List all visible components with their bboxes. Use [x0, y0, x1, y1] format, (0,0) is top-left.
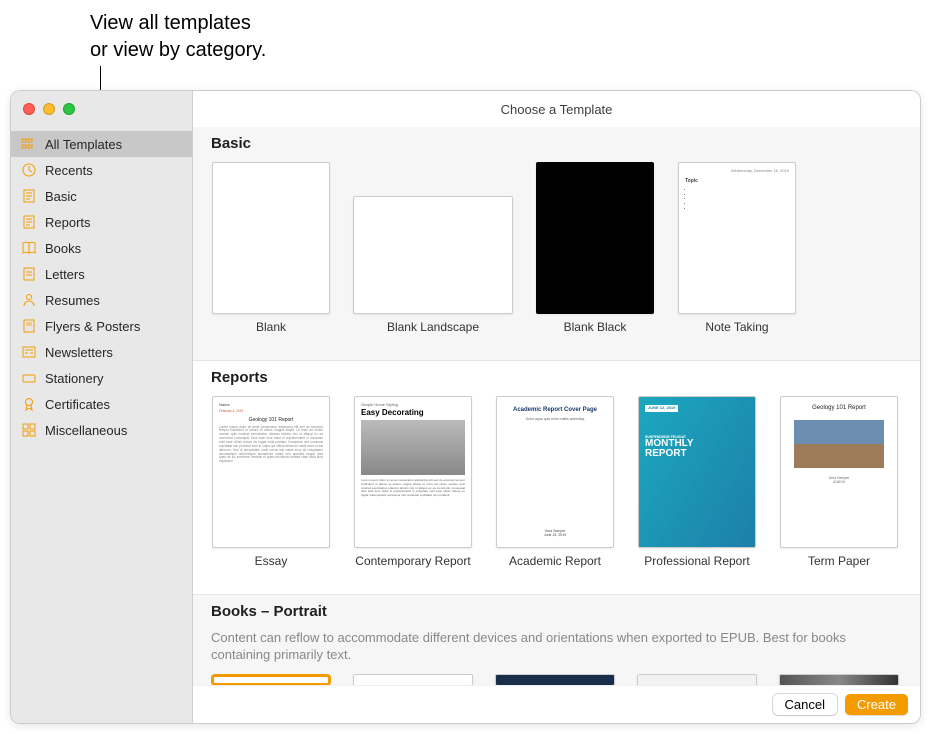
sidebar-item-letters[interactable]: Letters: [11, 261, 192, 287]
template-thumb: [779, 674, 899, 686]
sidebar-item-label: All Templates: [45, 137, 122, 152]
sidebar-item-label: Basic: [45, 189, 77, 204]
template-row: Blank Blank Landscape Blank Black Wednes: [211, 162, 902, 348]
newspaper-icon: [21, 344, 37, 360]
template-professional-report[interactable]: JUNE 12, 2019 SUSPENDISSE FEUGIAT MONTHL…: [637, 396, 757, 582]
clock-icon: [21, 162, 37, 178]
grid4-icon: [21, 422, 37, 438]
sidebar-item-books[interactable]: Books: [11, 235, 192, 261]
sidebar: All Templates Recents Basic Reports Book…: [11, 91, 193, 723]
sidebar-item-label: Books: [45, 241, 81, 256]
template-row: [211, 674, 902, 686]
template-thumb: Simple Home Styling Easy Decorating Lore…: [354, 396, 472, 548]
template-thumb: Wednesday, December 18, 2019 Topic: [678, 162, 796, 314]
template-thumb: [353, 674, 473, 686]
template-label: Professional Report: [644, 554, 749, 582]
sidebar-item-label: Miscellaneous: [45, 423, 127, 438]
section-subtitle: Content can reflow to accommodate differ…: [211, 630, 902, 664]
page-icon: [21, 266, 37, 282]
template-chooser-window: All Templates Recents Basic Reports Book…: [10, 90, 921, 724]
zoom-window-button[interactable]: [63, 103, 75, 115]
sidebar-item-label: Flyers & Posters: [45, 319, 140, 334]
section-basic: Basic Blank Blank Landscape Blank Black: [193, 127, 920, 360]
template-scroll-area[interactable]: Basic Blank Blank Landscape Blank Black: [193, 127, 920, 723]
template-label: Contemporary Report: [355, 554, 470, 582]
template-thumb: Geology 101 Report Urna Semper 4/18/19: [780, 396, 898, 548]
template-essay[interactable]: Name February 4, 2019 Geology 101 Report…: [211, 396, 331, 582]
template-blank-landscape[interactable]: Blank Landscape: [353, 162, 513, 348]
template-label: Blank: [256, 320, 286, 348]
sidebar-item-label: Resumes: [45, 293, 100, 308]
minimize-window-button[interactable]: [43, 103, 55, 115]
sidebar-category-list: All Templates Recents Basic Reports Book…: [11, 127, 192, 443]
template-note-taking[interactable]: Wednesday, December 18, 2019 Topic Note …: [677, 162, 797, 348]
section-reports: Reports Name February 4, 2019 Geology 10…: [193, 361, 920, 594]
template-thumb: Academic Report Cover Page Dolor aqua qu…: [496, 396, 614, 548]
close-window-button[interactable]: [23, 103, 35, 115]
card-icon: [21, 370, 37, 386]
book-icon: [21, 240, 37, 256]
template-blank[interactable]: Blank: [211, 162, 331, 348]
create-button[interactable]: Create: [845, 694, 908, 715]
sidebar-item-label: Stationery: [45, 371, 104, 386]
sidebar-item-label: Newsletters: [45, 345, 113, 360]
sidebar-item-newsletters[interactable]: Newsletters: [11, 339, 192, 365]
sidebar-item-label: Certificates: [45, 397, 110, 412]
template-thumb: JUNE 12, 2019 SUSPENDISSE FEUGIAT MONTHL…: [638, 396, 756, 548]
template-term-paper[interactable]: Geology 101 Report Urna Semper 4/18/19 T…: [779, 396, 899, 582]
page-icon: [21, 188, 37, 204]
template-book-2[interactable]: [353, 674, 473, 686]
sidebar-item-certificates[interactable]: Certificates: [11, 391, 192, 417]
cancel-button[interactable]: Cancel: [773, 694, 837, 715]
grid-icon: [21, 136, 37, 152]
sidebar-item-resumes[interactable]: Resumes: [11, 287, 192, 313]
template-thumb: [536, 162, 654, 314]
sidebar-item-stationery[interactable]: Stationery: [11, 365, 192, 391]
sidebar-item-reports[interactable]: Reports: [11, 209, 192, 235]
template-book-3[interactable]: [495, 674, 615, 686]
template-label: Blank Black: [564, 320, 627, 348]
template-label: Essay: [255, 554, 288, 582]
poster-icon: [21, 318, 37, 334]
page-icon: [21, 214, 37, 230]
template-thumb: [353, 196, 513, 314]
section-title: Books – Portrait: [211, 603, 902, 620]
template-thumb: Name February 4, 2019 Geology 101 Report…: [212, 396, 330, 548]
ribbon-icon: [21, 396, 37, 412]
sidebar-item-basic[interactable]: Basic: [11, 183, 192, 209]
template-book-4[interactable]: [637, 674, 757, 686]
window-controls: [11, 91, 192, 127]
template-contemporary-report[interactable]: Simple Home Styling Easy Decorating Lore…: [353, 396, 473, 582]
template-academic-report[interactable]: Academic Report Cover Page Dolor aqua qu…: [495, 396, 615, 582]
template-book-5[interactable]: [779, 674, 899, 686]
sidebar-item-all-templates[interactable]: All Templates: [11, 131, 192, 157]
person-icon: [21, 292, 37, 308]
sidebar-item-label: Reports: [45, 215, 91, 230]
sidebar-item-recents[interactable]: Recents: [11, 157, 192, 183]
template-blank-black[interactable]: Blank Black: [535, 162, 655, 348]
callout-text: View all templates or view by category.: [90, 10, 266, 64]
template-thumb: [495, 674, 615, 686]
sidebar-item-flyers-posters[interactable]: Flyers & Posters: [11, 313, 192, 339]
sidebar-item-label: Recents: [45, 163, 93, 178]
template-label: Blank Landscape: [387, 320, 479, 348]
template-thumb: [211, 674, 331, 686]
sidebar-item-label: Letters: [45, 267, 85, 282]
template-thumb: [637, 674, 757, 686]
template-book-1[interactable]: [211, 674, 331, 686]
bottom-bar: Cancel Create: [193, 685, 920, 723]
window-title: Choose a Template: [193, 91, 920, 127]
template-row: Name February 4, 2019 Geology 101 Report…: [211, 396, 902, 582]
sidebar-item-miscellaneous[interactable]: Miscellaneous: [11, 417, 192, 443]
template-thumb: [212, 162, 330, 314]
template-label: Term Paper: [808, 554, 870, 582]
main-pane: Choose a Template Basic Blank Blank Land…: [193, 91, 920, 723]
section-title: Basic: [211, 135, 902, 152]
section-title: Reports: [211, 369, 902, 386]
template-label: Academic Report: [509, 554, 601, 582]
template-label: Note Taking: [705, 320, 768, 348]
